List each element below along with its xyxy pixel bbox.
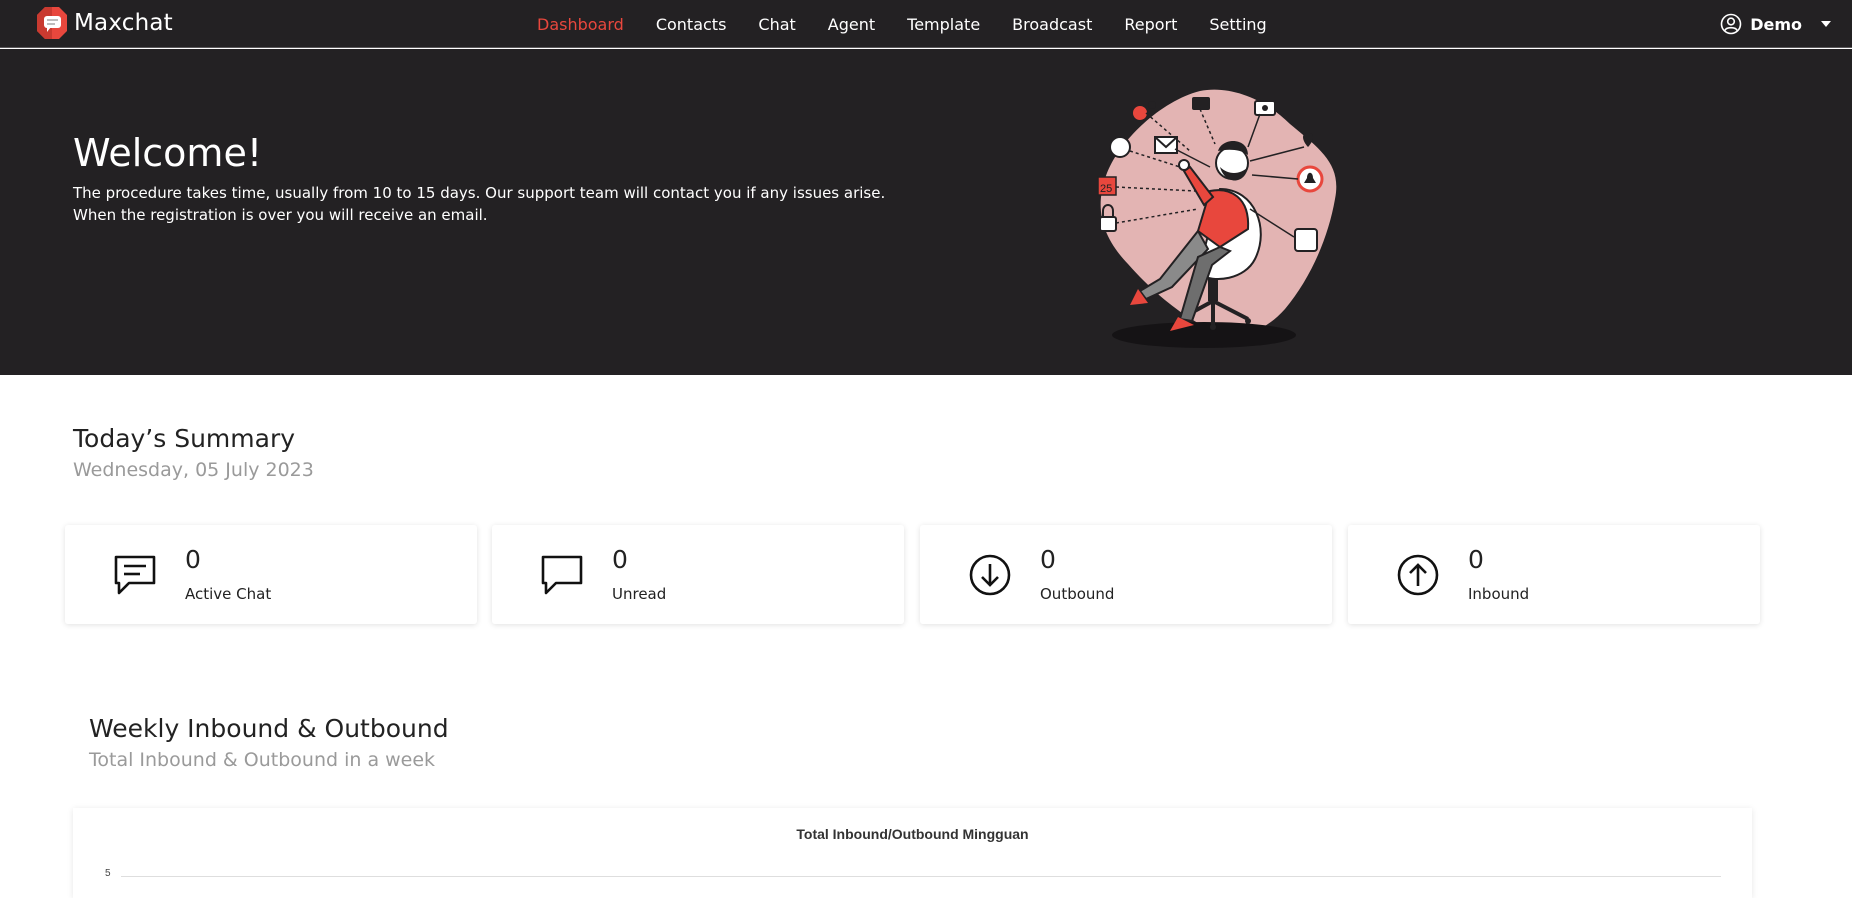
user-circle-icon (1720, 13, 1742, 35)
top-navbar: Maxchat Dashboard Contacts Chat Agent Te… (0, 0, 1852, 48)
arrow-down-circle-icon (969, 554, 1011, 596)
chat-bubble-icon (541, 555, 583, 595)
card-value: 0 (185, 545, 201, 574)
card-value: 0 (612, 545, 628, 574)
card-value: 0 (1468, 545, 1484, 574)
main-nav: Dashboard Contacts Chat Agent Template B… (537, 0, 1299, 48)
illustration-man-in-chair-icon: 25 (1097, 89, 1337, 348)
nav-item-setting[interactable]: Setting (1209, 15, 1266, 34)
card-outbound[interactable]: 0 Outbound (920, 525, 1332, 624)
calendar-day-label: 25 (1100, 183, 1112, 195)
nav-item-report[interactable]: Report (1124, 15, 1177, 34)
arrow-up-circle-icon (1397, 554, 1439, 596)
card-label: Outbound (1040, 585, 1115, 603)
card-active-chat[interactable]: 0 Active Chat (65, 525, 477, 624)
summary-cards: 0 Active Chat 0 Unread 0 Outbound 0 Inbo… (65, 525, 1760, 624)
nav-item-contacts[interactable]: Contacts (656, 15, 727, 34)
chevron-down-icon[interactable] (1820, 20, 1832, 28)
weekly-title: Weekly Inbound & Outbound (89, 714, 449, 743)
user-name: Demo (1750, 14, 1802, 34)
card-value: 0 (1040, 545, 1056, 574)
card-unread[interactable]: 0 Unread (492, 525, 904, 624)
nav-item-broadcast[interactable]: Broadcast (1012, 15, 1092, 34)
nav-item-template[interactable]: Template (907, 15, 980, 34)
chat-lines-icon (114, 555, 156, 595)
card-label: Active Chat (185, 585, 272, 603)
welcome-title: Welcome! (73, 131, 263, 175)
chart-y-tick: 5 (105, 868, 111, 879)
weekly-subtitle: Total Inbound & Outbound in a week (89, 749, 436, 771)
user-menu[interactable]: Demo (1720, 0, 1832, 48)
brand[interactable]: Maxchat (36, 6, 173, 40)
welcome-text: The procedure takes time, usually from 1… (73, 184, 886, 224)
welcome-banner: Welcome! The procedure takes time, usual… (0, 49, 1852, 375)
maxchat-logo-icon (37, 7, 67, 39)
card-label: Unread (612, 585, 667, 603)
card-inbound[interactable]: 0 Inbound (1348, 525, 1760, 624)
weekly-chart: Total Inbound/Outbound Mingguan 5 (73, 808, 1752, 898)
card-label: Inbound (1468, 585, 1530, 603)
summary-date: Wednesday, 05 July 2023 (73, 459, 314, 481)
nav-item-chat[interactable]: Chat (758, 15, 795, 34)
brand-name: Maxchat (74, 10, 173, 36)
chart-gridline (121, 876, 1721, 877)
nav-item-dashboard[interactable]: Dashboard (537, 15, 624, 34)
summary-title: Today’s Summary (73, 424, 296, 453)
nav-item-agent[interactable]: Agent (828, 15, 875, 34)
chart-title: Total Inbound/Outbound Mingguan (796, 826, 1029, 842)
